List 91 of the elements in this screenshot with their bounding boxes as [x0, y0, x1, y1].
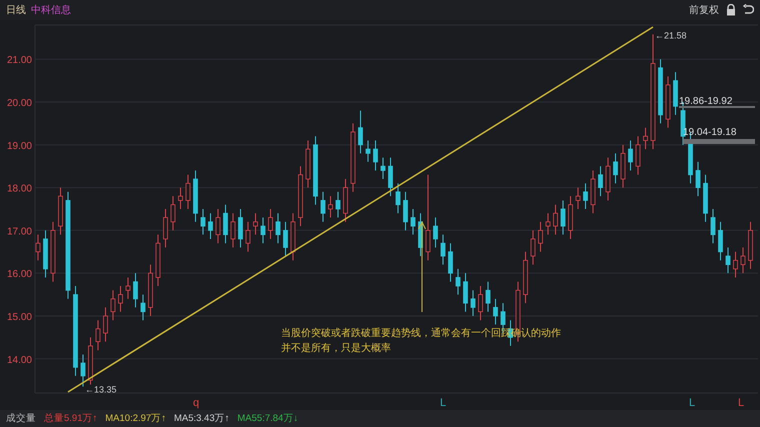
candlestick: [230, 212, 236, 248]
candlestick: [253, 212, 258, 236]
candlestick: [560, 200, 566, 236]
annotation-text: 并不是所有，只是大概率: [281, 342, 392, 356]
candlestick: [380, 157, 386, 180]
candlestick: [740, 247, 746, 274]
price-axis-label: 19.00: [6, 140, 32, 152]
candlestick: [530, 230, 536, 266]
signal-marker: L: [689, 397, 696, 409]
candlestick: [170, 196, 176, 231]
candlestick: [96, 320, 100, 351]
candlestick: [470, 290, 476, 316]
candlestick: [238, 208, 243, 248]
candlestick: [710, 208, 716, 244]
candlestick: [268, 208, 273, 240]
volume-indicator: MA5:3.43万↑: [174, 412, 230, 425]
candlestick: [208, 212, 213, 240]
candlestick: [126, 276, 130, 300]
price-axis-label: 15.00: [6, 312, 32, 323]
low-price-label: ←13.35: [85, 384, 117, 395]
candlestick: [388, 157, 393, 197]
price-range-label: 19.86-19.92: [679, 96, 732, 107]
candlestick: [366, 140, 370, 162]
candlestick: [36, 234, 40, 261]
period-label[interactable]: 日线: [6, 3, 26, 17]
volume-label: 成交量: [6, 412, 36, 425]
candlestick: [478, 286, 483, 321]
candlestick: [410, 208, 416, 236]
candlestick: [440, 234, 446, 266]
candlestick: [320, 191, 326, 222]
candlestick: [260, 217, 266, 244]
signal-marker: L: [738, 397, 744, 409]
candlestick: [433, 217, 438, 248]
candlestick: [246, 221, 250, 252]
candlestick: [576, 187, 580, 210]
candlestick: [328, 196, 333, 218]
price-axis-label: 16.00: [6, 269, 32, 280]
candlestick: [336, 191, 340, 218]
signal-marker: L: [440, 397, 446, 409]
candlestick: [283, 221, 288, 257]
candlestick: [403, 191, 408, 231]
candlestick: [373, 140, 378, 171]
candlestick: [200, 208, 206, 236]
stock-name: 中科信息: [31, 4, 71, 17]
candlestick: [80, 354, 86, 388]
candlestick: [216, 208, 220, 244]
candlestick: [628, 140, 633, 171]
volume-indicator: 总量5.91万↑: [44, 412, 98, 425]
volume-indicator: MA55:7.84万↓: [237, 412, 298, 425]
candlestick: [486, 281, 490, 312]
candlestick: [163, 208, 168, 248]
candlestick: [276, 212, 280, 244]
high-price-label: ←21.58: [655, 30, 687, 40]
candlestick: [493, 298, 498, 326]
candlestick: [103, 306, 108, 342]
candlestick: [733, 251, 738, 278]
price-axis-label: 18.00: [6, 184, 32, 195]
candlestick: [696, 161, 700, 197]
candlestick: [553, 204, 558, 236]
adjust-label[interactable]: 前复权: [689, 3, 719, 17]
candlestick: [718, 221, 723, 261]
candlestick: [583, 182, 588, 210]
candlestick: [546, 212, 550, 236]
candlestick: [110, 290, 116, 321]
candlestick: [140, 294, 146, 321]
candlestick: [456, 268, 460, 296]
price-axis-label: 17.00: [6, 226, 32, 238]
lock-icon[interactable]: [726, 4, 736, 16]
candlestick: [613, 152, 618, 184]
undo-icon[interactable]: [743, 4, 754, 16]
candlestick: [538, 221, 543, 252]
candlestick: [598, 166, 603, 197]
signal-marker: q: [193, 397, 200, 409]
price-axis-label: 20.00: [6, 98, 32, 110]
price-range-band: [683, 139, 755, 144]
candlestick: [186, 174, 190, 210]
price-axis-label: 21.00: [6, 55, 32, 66]
candlestick: [178, 187, 183, 210]
candlestick: [358, 110, 363, 154]
price-axis-label: 14.00: [6, 354, 32, 366]
candlestick: [726, 247, 730, 274]
candlestick: [448, 242, 453, 282]
candlestick: [396, 182, 400, 214]
candlestick: [133, 272, 138, 308]
candlestick: [643, 127, 648, 150]
candlestick: [636, 136, 640, 176]
candlestick: [223, 204, 228, 244]
candlestick: [463, 272, 468, 312]
candlestick: [118, 286, 123, 312]
volume-indicator: MA10:2.97万↑: [105, 412, 166, 425]
candlestick: [426, 174, 430, 261]
